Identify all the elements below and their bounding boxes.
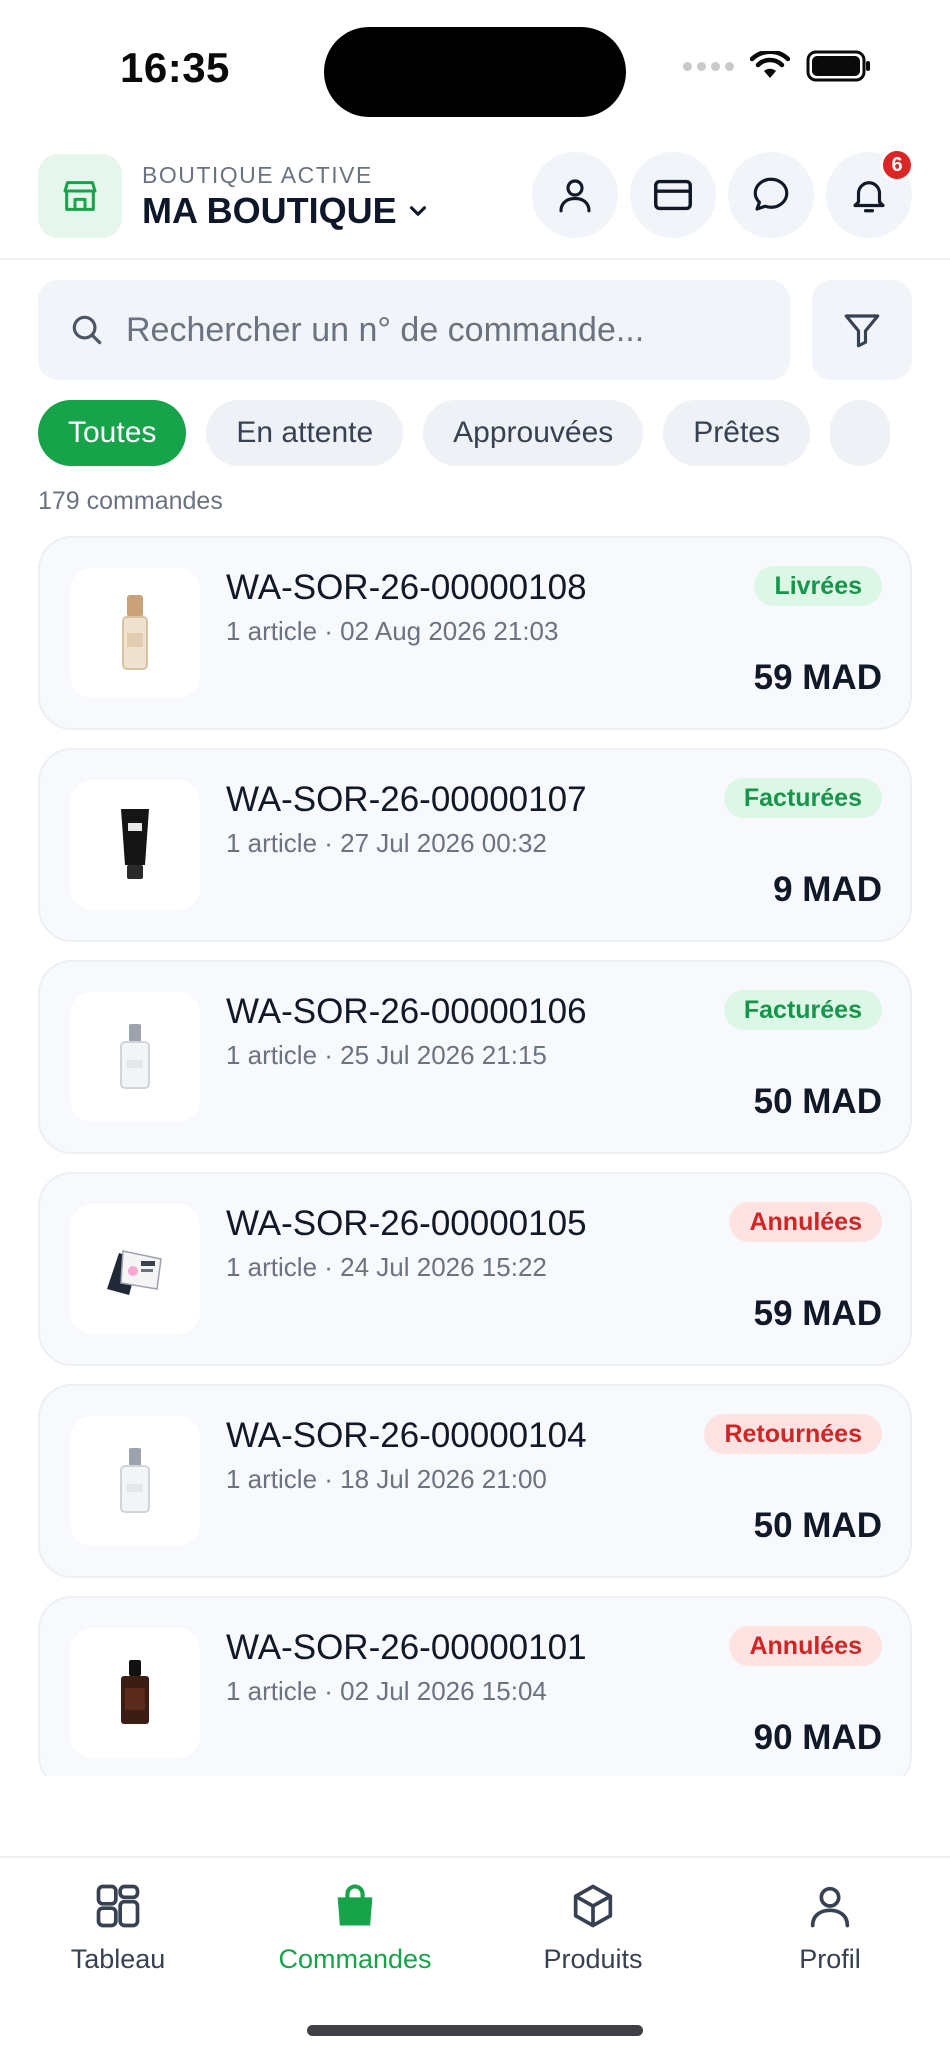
status-badge: Facturées <box>723 778 882 818</box>
nav-label: Produits <box>543 1944 643 1974</box>
order-id: WA-SOR-26-00000105 <box>226 1204 587 1243</box>
chip-more[interactable] <box>830 400 890 466</box>
filter-icon <box>844 314 880 348</box>
status-badge: Annulées <box>729 1202 882 1242</box>
order-card[interactable]: WA-SOR-26-00000101 1 article · 02 Jul 20… <box>38 1596 912 1776</box>
status-badge: Livrées <box>754 566 882 606</box>
order-id: WA-SOR-26-00000107 <box>226 780 587 819</box>
notifications-button[interactable]: 6 <box>826 148 914 238</box>
order-total: 9 MAD <box>773 870 882 909</box>
order-meta: 1 article · 25 Jul 2026 21:15 <box>226 1040 547 1070</box>
status-badge: Retournées <box>704 1414 882 1454</box>
order-card[interactable]: WA-SOR-26-00000106 1 article · 25 Jul 20… <box>38 960 912 1154</box>
chip-pretes[interactable]: Prêtes <box>663 400 810 466</box>
order-total: 90 MAD <box>753 1718 882 1757</box>
card-icon <box>654 179 692 211</box>
order-card[interactable]: WA-SOR-26-00000107 1 article · 27 Jul 20… <box>38 748 912 942</box>
order-meta: 1 article · 27 Jul 2026 00:32 <box>226 828 547 858</box>
status-time: 16:35 <box>120 44 230 91</box>
product-thumbnail <box>70 568 200 698</box>
user-icon <box>810 1886 850 1928</box>
shop-label: BOUTIQUE ACTIVE <box>142 162 373 188</box>
perfume-gold-icon <box>122 595 148 670</box>
bell-icon <box>853 181 885 213</box>
product-thumbnail <box>70 1628 200 1758</box>
shop-name: MA BOUTIQUE <box>142 190 397 231</box>
wifi-icon <box>750 51 790 78</box>
dynamic-island <box>324 27 626 117</box>
nav-label: Commandes <box>278 1944 432 1974</box>
chip-toutes[interactable]: Toutes <box>38 400 187 466</box>
order-meta: 1 article · 02 Jul 2026 15:04 <box>226 1676 547 1706</box>
order-id: WA-SOR-26-00000108 <box>226 568 587 607</box>
order-id: WA-SOR-26-00000106 <box>226 992 587 1031</box>
order-id: WA-SOR-26-00000104 <box>226 1416 587 1455</box>
messages-button[interactable] <box>728 152 814 238</box>
battery-icon <box>806 50 870 82</box>
chip-approuvees[interactable]: Approuvées <box>423 400 644 466</box>
signal-icon <box>683 61 734 71</box>
order-meta: 1 article · 02 Aug 2026 21:03 <box>226 616 559 646</box>
order-card[interactable]: WA-SOR-26-00000104 1 article · 18 Jul 20… <box>38 1384 912 1578</box>
product-thumbnail <box>70 992 200 1122</box>
product-thumbnail <box>70 780 200 910</box>
order-id: WA-SOR-26-00000101 <box>226 1628 587 1667</box>
nav-label: Profil <box>799 1944 861 1974</box>
app-header: BOUTIQUE ACTIVE MA BOUTIQUE 6 <box>0 148 950 260</box>
perfume-clear-icon <box>120 1448 150 1513</box>
store-icon[interactable] <box>38 154 122 238</box>
status-icons <box>683 50 872 82</box>
shop-selector[interactable]: MA BOUTIQUE <box>142 190 431 232</box>
search-input[interactable] <box>126 310 766 350</box>
order-card[interactable]: WA-SOR-26-00000105 1 article · 24 Jul 20… <box>38 1172 912 1366</box>
blush-palette-icon <box>107 1250 162 1295</box>
search-box[interactable] <box>38 280 790 380</box>
chip-en-attente[interactable]: En attente <box>206 400 404 466</box>
filter-button[interactable] <box>812 280 912 380</box>
perfume-dark-icon <box>121 1660 149 1724</box>
order-total: 50 MAD <box>753 1082 882 1121</box>
order-total: 59 MAD <box>753 658 882 697</box>
nav-item-profil[interactable]: Profil <box>730 1880 930 1975</box>
shopping-bag-icon <box>337 1884 373 1926</box>
nav-label: Tableau <box>70 1944 166 1974</box>
chat-icon <box>753 177 789 211</box>
home-indicator[interactable] <box>307 2025 643 2036</box>
order-total: 59 MAD <box>753 1294 882 1333</box>
status-badge: Facturées <box>723 990 882 1030</box>
product-thumbnail <box>70 1204 200 1334</box>
search-row <box>38 280 912 380</box>
user-icon <box>559 179 591 213</box>
order-meta: 1 article · 18 Jul 2026 21:00 <box>226 1464 547 1494</box>
orders-list: WA-SOR-26-00000108 1 article · 02 Aug 20… <box>38 536 912 1776</box>
chevron-down-icon <box>409 206 426 216</box>
status-filter-chips: Toutes En attente Approuvées Prêtes <box>38 400 912 468</box>
cream-tube-icon <box>121 809 149 879</box>
nav-item-commandes[interactable]: Commandes <box>255 1880 455 1975</box>
perfume-clear-icon <box>120 1024 150 1089</box>
search-icon <box>72 315 102 345</box>
account-button[interactable] <box>532 152 618 238</box>
payments-button[interactable] <box>630 152 716 238</box>
dashboard-icon <box>96 1884 140 1928</box>
status-badge: Annulées <box>729 1626 882 1666</box>
order-meta: 1 article · 24 Jul 2026 15:22 <box>226 1252 547 1282</box>
product-thumbnail <box>70 1416 200 1546</box>
nav-item-tableau[interactable]: Tableau <box>18 1880 218 1975</box>
nav-item-produits[interactable]: Produits <box>493 1880 693 1975</box>
order-card[interactable]: WA-SOR-26-00000108 1 article · 02 Aug 20… <box>38 536 912 730</box>
box-icon <box>573 1884 613 1928</box>
order-total: 50 MAD <box>753 1506 882 1545</box>
status-bar: 16:35 <box>0 0 950 140</box>
header-actions: 6 <box>532 148 914 238</box>
orders-count: 179 commandes <box>38 487 223 515</box>
notification-badge: 6 <box>880 148 914 182</box>
